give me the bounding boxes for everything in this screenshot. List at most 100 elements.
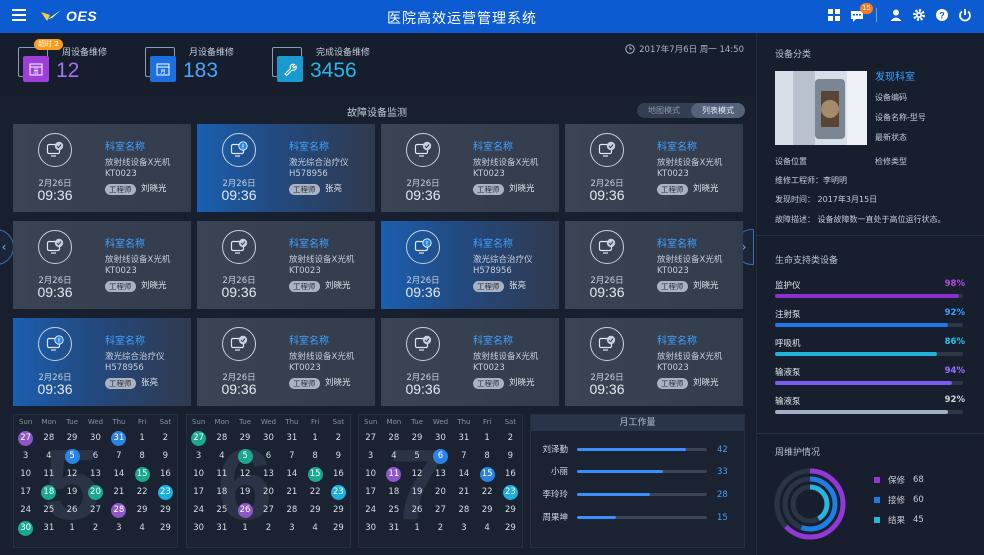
calendar-day[interactable]: 24: [14, 501, 37, 519]
calendar-day[interactable]: 29: [327, 501, 350, 519]
calendar-day[interactable]: 4: [131, 519, 154, 537]
calendar-day[interactable]: 31: [107, 429, 130, 447]
calendar-day[interactable]: 22: [476, 483, 499, 501]
calendar-day[interactable]: 31: [280, 429, 303, 447]
calendar-day[interactable]: 9: [327, 447, 350, 465]
gear-icon[interactable]: [912, 8, 926, 22]
calendar-day[interactable]: 6: [84, 447, 108, 465]
calendar-day[interactable]: 15: [476, 465, 499, 483]
fault-card[interactable]: 2月26日 09:36 科室名称 放射线设备X光机 KT0023 工程师 刘晓光: [381, 318, 559, 406]
calendar-day[interactable]: 4: [382, 447, 405, 465]
calendar-day[interactable]: 22: [131, 483, 154, 501]
calendar-day[interactable]: 27: [14, 429, 37, 447]
fault-card[interactable]: 2月26日 09:36 科室名称 放射线设备X光机 KT0023 工程师 刘晓光: [197, 318, 375, 406]
calendar-day[interactable]: 1: [476, 429, 499, 447]
calendar-day[interactable]: 10: [359, 465, 382, 483]
calendar-day[interactable]: 29: [327, 519, 350, 537]
calendar-day[interactable]: 2: [84, 519, 108, 537]
fault-card[interactable]: 2月26日 09:36 科室名称 放射线设备X光机 KT0023 工程师 刘晓光: [381, 124, 559, 212]
calendar-day[interactable]: 21: [107, 483, 130, 501]
calendar-day[interactable]: 1: [405, 519, 428, 537]
calendar-day[interactable]: 29: [499, 501, 522, 519]
calendar-day[interactable]: 4: [37, 447, 60, 465]
calendar-day[interactable]: 25: [37, 501, 60, 519]
calendar-day[interactable]: 26: [233, 501, 256, 519]
calendar-day[interactable]: 2: [327, 429, 350, 447]
calendar-day[interactable]: 26: [60, 501, 83, 519]
calendar-day[interactable]: 13: [84, 465, 108, 483]
calendar-day[interactable]: 30: [14, 519, 37, 537]
calendar-day[interactable]: 18: [382, 483, 405, 501]
calendar-day[interactable]: 3: [452, 519, 475, 537]
calendar-day[interactable]: 29: [154, 519, 177, 537]
calendar-day[interactable]: 7: [107, 447, 130, 465]
calendar-day[interactable]: 6: [257, 447, 281, 465]
calendar-day[interactable]: 28: [280, 501, 303, 519]
calendar-day[interactable]: 12: [60, 465, 83, 483]
fault-card[interactable]: ! 2月26日 09:36 科室名称 激光综合治疗仪 H578956 工程师 张亮: [13, 318, 191, 406]
calendar-day[interactable]: 11: [382, 465, 405, 483]
calendar-day[interactable]: 29: [131, 501, 154, 519]
user-icon[interactable]: [889, 8, 903, 22]
grid-icon[interactable]: [827, 8, 841, 22]
calendar-day[interactable]: 7: [452, 447, 475, 465]
calendar-day[interactable]: 31: [210, 519, 233, 537]
calendar-day[interactable]: 23: [499, 483, 522, 501]
calendar-day[interactable]: 28: [107, 501, 130, 519]
fault-card[interactable]: ! 2月26日 09:36 科室名称 激光综合治疗仪 H578956 工程师 张亮: [197, 124, 375, 212]
calendar-day[interactable]: 29: [499, 519, 522, 537]
calendar-day[interactable]: 22: [304, 483, 327, 501]
calendar-day[interactable]: 19: [405, 483, 428, 501]
fault-card[interactable]: 2月26日 09:36 科室名称 放射线设备X光机 KT0023 工程师 刘晓光: [565, 124, 743, 212]
calendar-day[interactable]: 13: [429, 465, 453, 483]
calendar-day[interactable]: 26: [405, 501, 428, 519]
calendar-day[interactable]: 20: [429, 483, 453, 501]
calendar-day[interactable]: 10: [187, 465, 210, 483]
fault-card[interactable]: 2月26日 09:36 科室名称 放射线设备X光机 KT0023 工程师 刘晓光: [13, 124, 191, 212]
calendar-day[interactable]: 16: [499, 465, 522, 483]
power-icon[interactable]: [958, 8, 972, 22]
calendar-day[interactable]: 2: [499, 429, 522, 447]
fault-card[interactable]: 2月26日 09:36 科室名称 放射线设备X光机 KT0023 工程师 刘晓光: [13, 221, 191, 309]
calendar-day[interactable]: 7: [280, 447, 303, 465]
calendar-day[interactable]: 10: [14, 465, 37, 483]
calendar-day[interactable]: 16: [327, 465, 350, 483]
calendar-day[interactable]: 4: [210, 447, 233, 465]
calendar-day[interactable]: 17: [359, 483, 382, 501]
calendar-day[interactable]: 27: [187, 429, 210, 447]
calendar-day[interactable]: 20: [257, 483, 281, 501]
calendar-day[interactable]: 4: [476, 519, 499, 537]
calendar-day[interactable]: 18: [37, 483, 60, 501]
calendar-day[interactable]: 4: [304, 519, 327, 537]
calendar-day[interactable]: 15: [304, 465, 327, 483]
calendar-day[interactable]: 2: [257, 519, 281, 537]
calendar-day[interactable]: 8: [304, 447, 327, 465]
calendar-day[interactable]: 9: [154, 447, 177, 465]
calendar-day[interactable]: 24: [187, 501, 210, 519]
calendar-day[interactable]: 30: [257, 429, 281, 447]
calendar-day[interactable]: 27: [84, 501, 108, 519]
calendar-day[interactable]: 30: [429, 429, 453, 447]
calendar-day[interactable]: 2: [154, 429, 177, 447]
calendar-day[interactable]: 25: [382, 501, 405, 519]
calendar-day[interactable]: 30: [359, 519, 382, 537]
fault-card[interactable]: ! 2月26日 09:36 科室名称 激光综合治疗仪 H578956 工程师 张亮: [381, 221, 559, 309]
calendar-day[interactable]: 29: [233, 429, 256, 447]
calendar-day[interactable]: 11: [37, 465, 60, 483]
calendar-day[interactable]: 28: [452, 501, 475, 519]
calendar-day[interactable]: 29: [60, 429, 83, 447]
fault-card[interactable]: 2月26日 09:36 科室名称 放射线设备X光机 KT0023 工程师 刘晓光: [197, 221, 375, 309]
calendar-day[interactable]: 8: [131, 447, 154, 465]
calendar-day[interactable]: 27: [359, 429, 382, 447]
calendar-day[interactable]: 3: [187, 447, 210, 465]
calendar-day[interactable]: 29: [154, 501, 177, 519]
calendar-day[interactable]: 28: [210, 429, 233, 447]
calendar-day[interactable]: 1: [131, 429, 154, 447]
calendar-day[interactable]: 24: [359, 501, 382, 519]
calendar-day[interactable]: 3: [359, 447, 382, 465]
calendar-day[interactable]: 28: [37, 429, 60, 447]
calendar-day[interactable]: 5: [405, 447, 428, 465]
calendar-day[interactable]: 23: [154, 483, 177, 501]
calendar-day[interactable]: 5: [60, 447, 83, 465]
calendar-day[interactable]: 25: [210, 501, 233, 519]
